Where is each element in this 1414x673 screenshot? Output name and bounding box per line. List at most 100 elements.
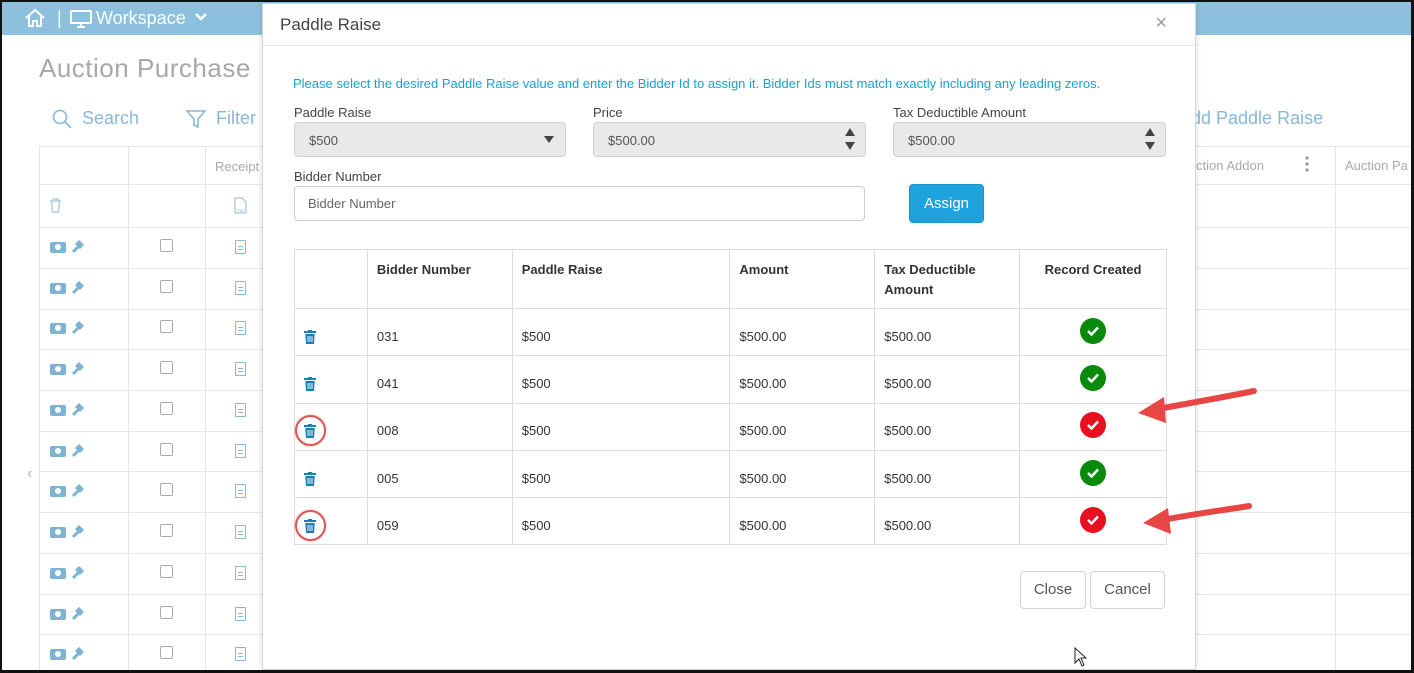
row-checkbox[interactable] — [160, 443, 173, 456]
tax-deductible-label: Tax Deductible Amount — [893, 105, 1026, 120]
row-checkbox[interactable] — [160, 565, 173, 578]
mouse-cursor-icon — [1074, 647, 1088, 667]
assign-button[interactable]: Assign — [909, 184, 984, 223]
bidder-number-cell: 031 — [366, 307, 513, 357]
document-icon[interactable] — [235, 525, 246, 539]
gavel-icon[interactable] — [72, 525, 86, 539]
cash-icon[interactable] — [50, 526, 66, 538]
cash-icon[interactable] — [50, 282, 66, 294]
monitor-icon — [70, 10, 92, 28]
gavel-icon[interactable] — [72, 281, 86, 295]
row-checkbox[interactable] — [160, 361, 173, 374]
cash-icon[interactable] — [50, 485, 66, 497]
row-checkbox[interactable] — [160, 646, 173, 659]
svg-text:PDF: PDF — [237, 208, 246, 213]
document-icon[interactable] — [235, 607, 246, 621]
assignments-table: Bidder Number Paddle Raise Amount Tax De… — [294, 249, 1167, 546]
cash-icon[interactable] — [50, 363, 66, 375]
cancel-button[interactable]: Cancel — [1090, 571, 1165, 609]
home-icon[interactable] — [24, 8, 46, 28]
pdf-icon[interactable]: PDF — [233, 197, 249, 214]
close-icon[interactable]: × — [1155, 12, 1167, 35]
row-checkbox[interactable] — [160, 280, 173, 293]
page-title: Auction Purchase — [39, 53, 251, 83]
error-check-icon — [1080, 412, 1107, 439]
row-actions — [50, 281, 86, 295]
row-checkbox[interactable] — [160, 483, 173, 496]
row-actions-cell — [294, 449, 368, 499]
bidder-number-input[interactable] — [294, 186, 865, 221]
annotation-arrow — [1143, 503, 1252, 534]
stepper-icon[interactable] — [841, 126, 859, 154]
document-icon[interactable] — [235, 444, 246, 458]
document-icon[interactable] — [235, 281, 246, 295]
paddle-raise-cell: $500 — [511, 402, 731, 451]
collapse-arrow-icon[interactable]: ‹ — [27, 465, 32, 483]
trash-icon[interactable] — [304, 329, 316, 344]
document-icon[interactable] — [235, 647, 246, 661]
gavel-icon[interactable] — [72, 647, 86, 661]
amount-cell: $500.00 — [729, 402, 876, 451]
cash-icon[interactable] — [50, 322, 66, 334]
trash-icon[interactable] — [304, 424, 316, 439]
gavel-icon[interactable] — [72, 607, 86, 621]
tax-deductible-cell: $500.00 — [874, 449, 1021, 499]
filter-button[interactable]: Filter — [186, 108, 256, 129]
paddle-raise-label: Paddle Raise — [294, 105, 372, 120]
document-icon[interactable] — [235, 240, 246, 254]
chevron-down-icon[interactable] — [194, 12, 208, 22]
tax-deductible-cell: $500.00 — [874, 497, 1021, 546]
tax-deductible-cell: $500.00 — [874, 402, 1021, 451]
trash-icon[interactable] — [304, 376, 316, 391]
kebab-menu-icon[interactable] — [1304, 156, 1310, 172]
tax-deductible-input[interactable]: $500.00 — [893, 122, 1166, 157]
price-input[interactable]: $500.00 — [593, 122, 866, 157]
amount-cell: $500.00 — [729, 449, 876, 499]
row-actions-cell — [294, 355, 368, 404]
stepper-icon[interactable] — [1141, 126, 1159, 154]
cash-icon[interactable] — [50, 648, 66, 660]
add-paddle-raise-button[interactable]: dd Paddle Raise — [1191, 108, 1323, 129]
modal-header: Paddle Raise × — [263, 4, 1195, 46]
cash-icon[interactable] — [50, 404, 66, 416]
document-icon[interactable] — [235, 362, 246, 376]
gavel-icon[interactable] — [72, 403, 86, 417]
gavel-icon[interactable] — [72, 240, 86, 254]
trash-icon[interactable] — [304, 471, 316, 486]
document-icon[interactable] — [235, 566, 246, 580]
row-actions — [50, 444, 86, 458]
search-button[interactable]: Search — [52, 108, 139, 129]
gavel-icon[interactable] — [72, 444, 86, 458]
trash-icon[interactable] — [49, 198, 62, 213]
row-actions — [50, 525, 86, 539]
gavel-icon[interactable] — [72, 362, 86, 376]
document-icon[interactable] — [235, 484, 246, 498]
trash-icon[interactable] — [304, 518, 316, 533]
row-checkbox[interactable] — [160, 320, 173, 333]
close-button[interactable]: Close — [1020, 571, 1086, 609]
gavel-icon[interactable] — [72, 321, 86, 335]
paddle-raise-cell: $500 — [511, 355, 731, 404]
price-label: Price — [593, 105, 623, 120]
row-checkbox[interactable] — [160, 239, 173, 252]
cash-icon[interactable] — [50, 241, 66, 253]
paddle-raise-select[interactable]: $500 — [294, 122, 566, 157]
workspace-menu[interactable]: Workspace — [96, 8, 186, 29]
cash-icon[interactable] — [50, 567, 66, 579]
document-icon[interactable] — [235, 321, 246, 335]
row-checkbox[interactable] — [160, 524, 173, 537]
cash-icon[interactable] — [50, 608, 66, 620]
cash-icon[interactable] — [50, 445, 66, 457]
row-actions — [50, 321, 86, 335]
paddle-raise-modal: Paddle Raise × Please select the desired… — [262, 3, 1196, 670]
row-checkbox[interactable] — [160, 606, 173, 619]
gavel-icon[interactable] — [72, 484, 86, 498]
row-checkbox[interactable] — [160, 402, 173, 415]
row-actions — [50, 484, 86, 498]
bidder-number-cell: 005 — [366, 449, 513, 499]
gavel-icon[interactable] — [72, 566, 86, 580]
document-icon[interactable] — [235, 403, 246, 417]
tax-deductible-cell: $500.00 — [874, 355, 1021, 404]
bidder-number-cell: 008 — [366, 402, 513, 451]
instructions-text: Please select the desired Paddle Raise v… — [293, 76, 1101, 91]
